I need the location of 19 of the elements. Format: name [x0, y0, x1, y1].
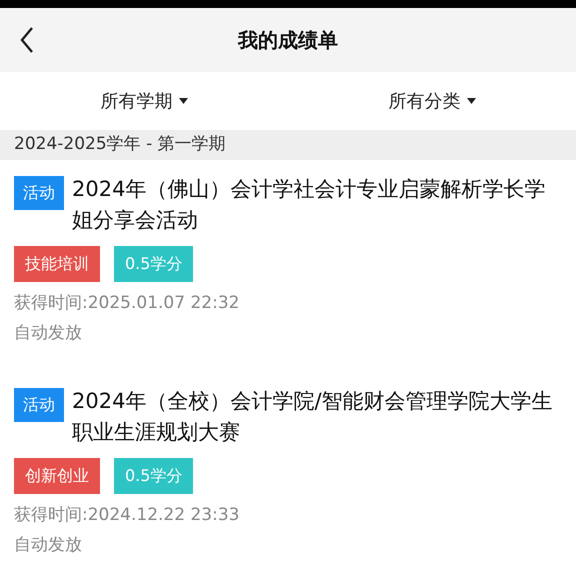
activity-badge: 活动: [14, 176, 64, 210]
filter-dropdown[interactable]: 所有学期: [100, 88, 188, 114]
caret-icon: [178, 98, 188, 104]
obtained-time: 获得时间:2025.01.07 22:32: [14, 292, 240, 315]
page-title: 我的成绩单: [238, 27, 338, 54]
record-tag: 创新创业: [14, 458, 100, 494]
record-tag: 0.5学分: [114, 458, 194, 494]
issue-method: 自动发放: [14, 534, 83, 557]
obtained-time: 获得时间:2024.12.22 23:33: [14, 504, 240, 527]
record-title: 2024年（佛山）会计学社会计专业启蒙解析学长学姐分享会活动: [72, 176, 546, 234]
section-header: 2024-2025学年 - 第一学期: [0, 130, 576, 160]
filter-dropdown[interactable]: 所有分类: [388, 88, 476, 114]
activity-badge: 活动: [14, 388, 64, 422]
back-icon[interactable]: [20, 27, 34, 53]
record-tag: 0.5学分: [114, 246, 194, 282]
caret-icon: [466, 98, 476, 104]
record-tag: 技能培训: [14, 246, 100, 282]
record-title: 2024年（全校）会计学院/智能财会管理学院大学生职业生涯规划大赛: [72, 388, 554, 446]
issue-method: 自动发放: [14, 322, 83, 345]
